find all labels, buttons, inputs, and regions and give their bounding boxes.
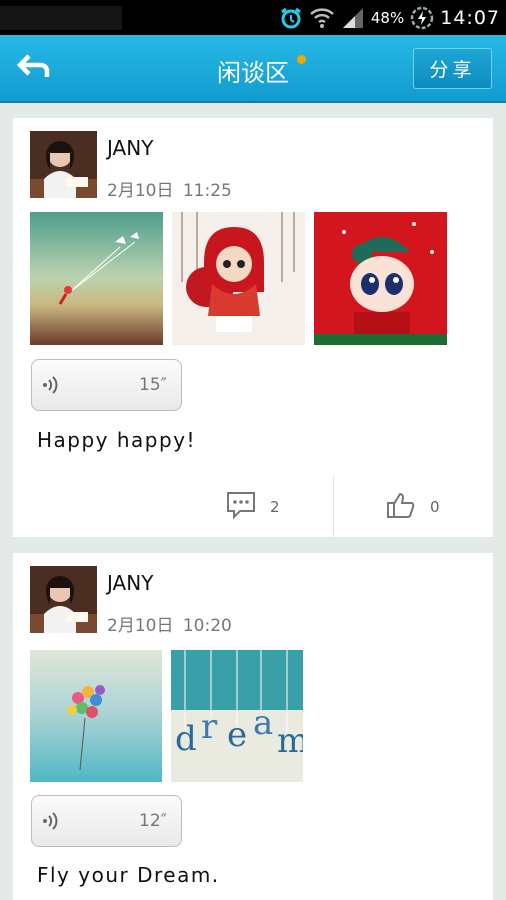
svg-text:d: d: [175, 719, 197, 759]
voice-duration: 12″: [139, 811, 167, 831]
post-text: Happy happy!: [37, 428, 197, 452]
post-date: 2月10日: [107, 616, 174, 636]
like-count: 0: [430, 498, 440, 516]
post-card: JANY 2月10日 10:20 dream 12″ Fly your Drea…: [13, 553, 493, 900]
comment-count: 2: [270, 498, 280, 516]
thumbs-up-icon: [386, 491, 416, 523]
photo-grid: dream: [30, 650, 303, 782]
post-time: 2月10日 11:25: [107, 176, 232, 201]
post-clock: 11:25: [182, 181, 232, 201]
post-clock: 10:20: [182, 616, 232, 636]
voice-wave-icon: [42, 374, 60, 400]
avatar[interactable]: [30, 566, 97, 633]
post-card: JANY 2月10日 11:25 15″ Happy happy! 2 0: [13, 118, 493, 537]
author-name: JANY: [107, 136, 154, 160]
title-bar: 闲谈区 分享: [0, 35, 506, 103]
status-bar: 48% 14:07: [0, 0, 506, 35]
wifi-icon: [309, 5, 335, 31]
notification-dot: [297, 55, 306, 64]
avatar[interactable]: [30, 131, 97, 198]
svg-text:e: e: [227, 715, 247, 755]
alarm-icon: [279, 6, 303, 30]
action-divider: [333, 475, 334, 537]
cartoon-girl-photo[interactable]: [314, 212, 447, 345]
post-date: 2月10日: [107, 181, 174, 201]
signal-icon: [341, 6, 365, 30]
kite-girl-photo[interactable]: [30, 212, 163, 345]
share-button[interactable]: 分享: [413, 48, 492, 89]
photo-grid: [30, 212, 447, 345]
comment-button[interactable]: 2: [226, 491, 280, 523]
dream-letters-photo[interactable]: dream: [171, 650, 303, 782]
svg-text:a: a: [253, 703, 273, 743]
battery-percent: 48%: [370, 9, 405, 27]
balloons-photo[interactable]: [30, 650, 162, 782]
status-icons: 48% 14:07: [279, 4, 500, 32]
svg-text:r: r: [201, 707, 218, 747]
voice-message-button[interactable]: 12″: [31, 795, 182, 847]
notification-area: [0, 6, 122, 30]
post-text: Fly your Dream.: [37, 863, 220, 887]
voice-wave-icon: [42, 810, 60, 836]
svg-text:m: m: [277, 721, 303, 761]
battery-charging-icon: [410, 6, 434, 30]
like-button[interactable]: 0: [386, 491, 440, 523]
red-hood-doll-photo[interactable]: [172, 212, 305, 345]
comment-icon: [226, 491, 256, 523]
voice-message-button[interactable]: 15″: [31, 359, 182, 411]
post-time: 2月10日 10:20: [107, 611, 232, 636]
voice-duration: 15″: [139, 375, 167, 395]
author-name: JANY: [107, 571, 154, 595]
clock: 14:07: [440, 7, 500, 29]
